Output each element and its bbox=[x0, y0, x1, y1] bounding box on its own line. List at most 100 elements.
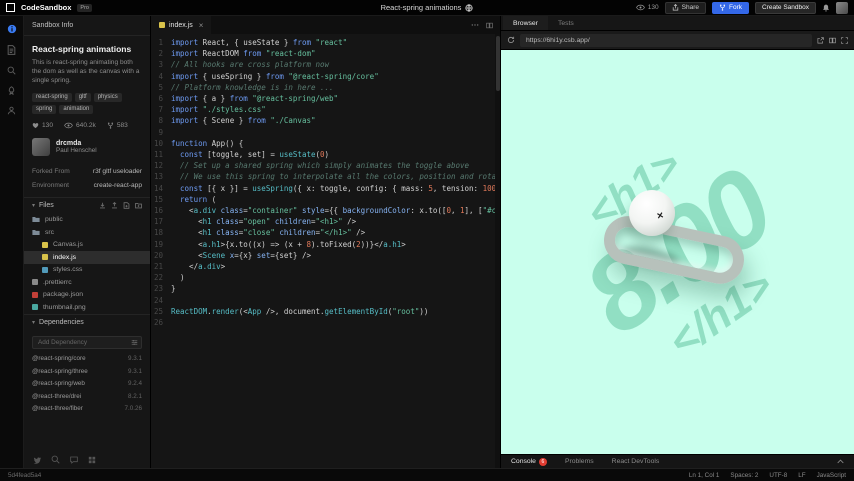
file-thumbnail.png[interactable]: thumbnail.png bbox=[24, 301, 150, 314]
tag-pill[interactable]: react-spring bbox=[32, 92, 72, 102]
file-package.json[interactable]: package.json bbox=[24, 289, 150, 302]
dependencies-section-header[interactable]: ▾ Dependencies bbox=[24, 313, 150, 331]
code-line[interactable]: 19 <a.h1>{x.to((x) => (x + 8).toFixed(2)… bbox=[151, 239, 500, 250]
code-line[interactable]: 2 import ReactDOM from "react-dom" bbox=[151, 48, 500, 59]
status-item[interactable]: JavaScript bbox=[817, 472, 846, 479]
preview-tab-tests[interactable]: Tests bbox=[548, 16, 584, 30]
file-public[interactable]: public bbox=[24, 214, 150, 227]
code-line[interactable]: 14 const [{ x }] = useSpring({ x: toggle… bbox=[151, 183, 500, 194]
search-small-icon[interactable] bbox=[51, 455, 60, 464]
editor-scrollbar[interactable] bbox=[495, 34, 500, 468]
add-dependency-input[interactable] bbox=[32, 335, 142, 349]
filter-icon[interactable] bbox=[131, 339, 138, 346]
code-line[interactable]: 8 import { Scene } from "./Canvas" bbox=[151, 115, 500, 126]
preview-tab-browser[interactable]: Browser bbox=[503, 16, 548, 30]
expand-console-icon[interactable] bbox=[837, 459, 844, 464]
code-line[interactable]: 1 import React, { useState } from "react" bbox=[151, 37, 500, 48]
tab-index-js[interactable]: index.js × bbox=[151, 16, 212, 34]
react-devtools-tab[interactable]: React DevTools bbox=[612, 458, 660, 465]
code-lines[interactable]: 1 import React, { useState } from "react"… bbox=[151, 34, 500, 468]
twitter-icon[interactable] bbox=[33, 456, 41, 464]
code-line[interactable]: 10 function App() { bbox=[151, 138, 500, 149]
file-.prettierrc[interactable]: .prettierrc bbox=[24, 276, 150, 289]
bell-icon[interactable] bbox=[822, 4, 830, 12]
sandbox-info-icon[interactable] bbox=[7, 24, 17, 34]
toggle-track[interactable] bbox=[599, 211, 749, 289]
code-line[interactable]: 7 import "./styles.css" bbox=[151, 104, 500, 115]
code-line[interactable]: 13 // We use this spring to interpolate … bbox=[151, 171, 500, 182]
tag-pill[interactable]: animation bbox=[59, 104, 94, 114]
code-line[interactable]: 25 ReactDOM.render(<App />, document.getE… bbox=[151, 306, 500, 317]
export-icon[interactable] bbox=[111, 202, 118, 209]
search-icon[interactable] bbox=[7, 66, 16, 75]
new-folder-icon[interactable] bbox=[135, 202, 142, 209]
code-line[interactable]: 6 import { a } from "@react-spring/web" bbox=[151, 93, 500, 104]
editor: index.js × 1 import React, { useState } f… bbox=[151, 16, 501, 468]
user-avatar[interactable] bbox=[836, 1, 848, 14]
url-input[interactable]: https://6hi1y.csb.app/ bbox=[520, 33, 812, 47]
scrollbar-thumb[interactable] bbox=[495, 36, 500, 91]
file-src[interactable]: src bbox=[24, 226, 150, 239]
toggle-3d-scene[interactable]: × bbox=[593, 182, 763, 302]
open-external-icon[interactable] bbox=[817, 36, 824, 44]
status-item[interactable]: LF bbox=[798, 472, 805, 479]
code-line[interactable]: 12 // Set up a shared spring which simpl… bbox=[151, 160, 500, 171]
split-preview-icon[interactable] bbox=[829, 37, 836, 44]
share-button[interactable]: Share bbox=[664, 1, 707, 14]
new-file-icon[interactable] bbox=[123, 202, 130, 209]
code-line[interactable]: 20 <Scene x={x} set={set} /> bbox=[151, 250, 500, 261]
code-line[interactable]: 15 return ( bbox=[151, 194, 500, 205]
deploy-rocket-icon[interactable] bbox=[7, 86, 16, 95]
dependency-row[interactable]: @react-three/drei 8.2.1 bbox=[24, 390, 150, 403]
import-icon[interactable] bbox=[99, 202, 106, 209]
create-sandbox-button[interactable]: Create Sandbox bbox=[755, 1, 816, 14]
file-tree: public src Canvas.js index.js styles.css .pre… bbox=[24, 214, 150, 314]
tag-pill[interactable]: gltf bbox=[74, 92, 91, 102]
code-line[interactable]: 17 <h1 class="open" children="<h1>" /> bbox=[151, 216, 500, 227]
app-preview[interactable]: <h1> 8.00 </h1> × bbox=[501, 50, 854, 454]
fork-button[interactable]: Fork bbox=[712, 1, 750, 14]
pro-badge: Pro bbox=[77, 3, 92, 12]
file-index.js[interactable]: index.js bbox=[24, 251, 150, 264]
tag-pill[interactable]: spring bbox=[32, 104, 57, 114]
file-Canvas.js[interactable]: Canvas.js bbox=[24, 239, 150, 252]
codesandbox-logo-icon[interactable] bbox=[6, 3, 15, 12]
code-line[interactable]: 18 <h1 class="close" children="</h1>" /> bbox=[151, 227, 500, 238]
dependency-row[interactable]: @react-spring/core 9.3.1 bbox=[24, 353, 150, 366]
code-line[interactable]: 24 bbox=[151, 295, 500, 306]
profile-icon[interactable] bbox=[7, 106, 16, 115]
dependency-row[interactable]: @react-spring/three 9.3.1 bbox=[24, 365, 150, 378]
code-line[interactable]: 16 <a.div class="container" style={{ bac… bbox=[151, 205, 500, 216]
code-line[interactable]: 4 import { useSpring } from "@react-sprin… bbox=[151, 71, 500, 82]
problems-tab[interactable]: Problems bbox=[565, 458, 594, 465]
apps-grid-icon[interactable] bbox=[88, 456, 96, 464]
status-item[interactable]: UTF-8 bbox=[769, 472, 787, 479]
code-line[interactable]: 11 const [toggle, set] = useState(0) bbox=[151, 149, 500, 160]
dependency-row[interactable]: @react-three/fiber 7.0.26 bbox=[24, 403, 150, 416]
fullscreen-icon[interactable] bbox=[841, 36, 848, 44]
dependency-row[interactable]: @react-spring/web 9.2.4 bbox=[24, 378, 150, 391]
code-line[interactable]: 3// All hooks are cross platform now bbox=[151, 59, 500, 70]
files-section-header[interactable]: ▾ Files bbox=[24, 196, 150, 214]
code-line[interactable]: 21 </a.div> bbox=[151, 261, 500, 272]
status-item[interactable]: Spaces: 2 bbox=[730, 472, 758, 479]
code-line[interactable]: 5// Platform knowledge is in here ... bbox=[151, 82, 500, 93]
code-line[interactable]: 9 bbox=[151, 127, 500, 138]
console-tab[interactable]: Console 6 bbox=[511, 457, 547, 466]
refresh-icon[interactable] bbox=[507, 36, 515, 44]
file-styles.css[interactable]: styles.css bbox=[24, 264, 150, 277]
more-actions-icon[interactable] bbox=[471, 23, 479, 27]
toggle-ball[interactable] bbox=[629, 190, 675, 236]
code-line[interactable]: 26 bbox=[151, 317, 500, 328]
split-editor-icon[interactable] bbox=[486, 22, 493, 29]
code-line[interactable]: 22 ) bbox=[151, 272, 500, 283]
status-item[interactable]: Ln 1, Col 1 bbox=[689, 472, 719, 479]
author-block[interactable]: drcmda Paul Henschel bbox=[32, 137, 142, 156]
tag-pill[interactable]: physics bbox=[93, 92, 122, 102]
explorer-icon[interactable] bbox=[7, 45, 16, 55]
code-line[interactable]: 23} bbox=[151, 283, 500, 294]
logo-text[interactable]: CodeSandbox bbox=[21, 3, 71, 12]
close-tab-icon[interactable]: × bbox=[199, 21, 204, 30]
sandbox-description: This is react-spring animating both the … bbox=[32, 59, 140, 85]
feedback-icon[interactable] bbox=[70, 456, 78, 464]
